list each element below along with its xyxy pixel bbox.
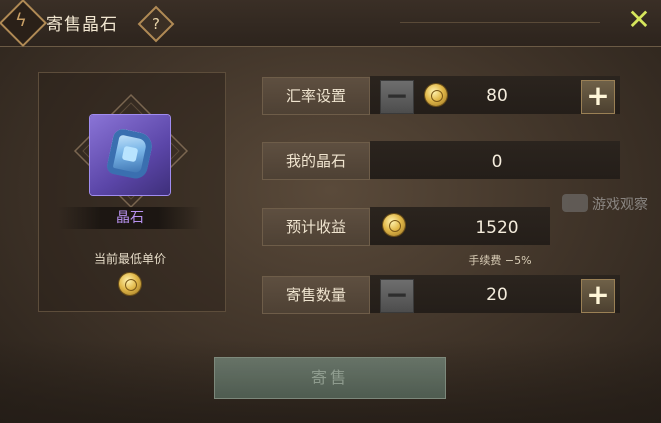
sell-quantity-minus-button[interactable]: − (380, 279, 414, 313)
sell-quantity-plus-button[interactable]: + (581, 279, 615, 313)
exchange-rate-label: 汇率设置 (262, 77, 370, 115)
fee-note: 手续费 −5% (468, 254, 532, 267)
sell-quantity-value: 20 (486, 285, 508, 305)
exchange-rate-plus-button[interactable]: + (581, 80, 615, 114)
coin-icon (119, 273, 141, 295)
exchange-rate-minus-button[interactable]: − (380, 80, 414, 114)
crystal-core (121, 145, 139, 163)
crystal-item-icon[interactable] (90, 115, 170, 195)
item-name: 晶石 (116, 210, 144, 226)
my-crystals-label: 我的晶石 (262, 142, 370, 180)
page-title: 寄售晶石 (46, 15, 118, 35)
close-icon[interactable]: ✕ (626, 6, 652, 34)
help-symbol: ? (152, 15, 160, 33)
watermark-text: 游戏观察 (592, 197, 648, 213)
exchange-rate-value: 80 (486, 86, 508, 106)
title-divider (400, 22, 600, 23)
coin-icon (383, 214, 405, 236)
sell-button[interactable]: 寄售 (214, 357, 446, 399)
lightning-icon: ϟ (15, 10, 27, 31)
sell-quantity-label: 寄售数量 (262, 276, 370, 314)
my-crystals-value: 0 (491, 152, 503, 172)
expected-income-value: 1520 (475, 218, 519, 238)
lowest-price-label: 当前最低单价 (93, 252, 166, 266)
watermark-icon (562, 194, 588, 212)
expected-income-label: 预计收益 (262, 208, 370, 246)
